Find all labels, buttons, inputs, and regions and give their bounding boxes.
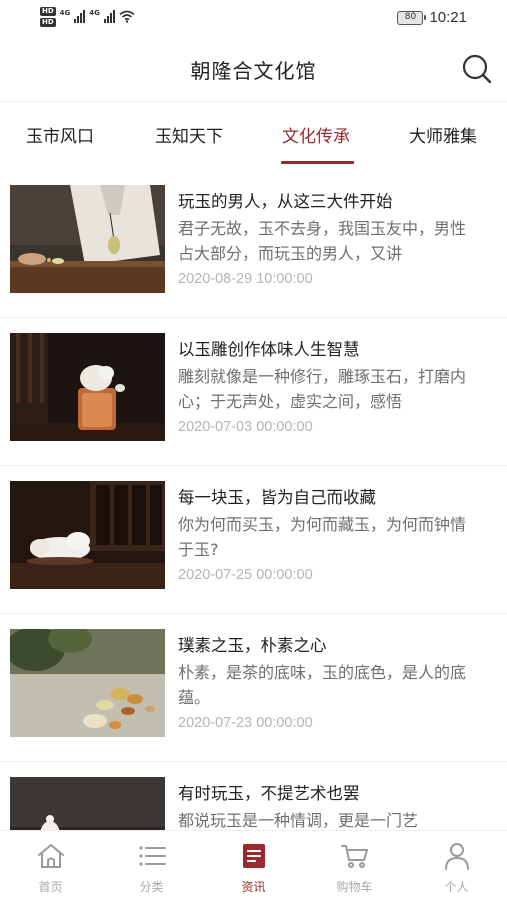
search-button[interactable] xyxy=(461,53,493,85)
app-header: 朝隆合文化馆 xyxy=(0,38,507,100)
article-date: 2020-07-03 00:00:00 xyxy=(178,419,313,435)
tab-master-gathering[interactable]: 大师雅集 xyxy=(409,122,477,147)
article-list: 玩玉的男人，从这三大件开始 君子无故，玉不去身，我国玉友中，男性占大部分，而玩玉… xyxy=(0,170,507,830)
network-type: 4G xyxy=(89,9,100,17)
article-title: 玩玉的男人，从这三大件开始 xyxy=(178,192,393,211)
nav-label: 资讯 xyxy=(241,880,266,894)
status-bar: HD HD 4G 4G 80 10:21 xyxy=(0,0,507,38)
article-title: 璞素之玉，朴素之心 xyxy=(178,636,327,655)
article-item[interactable]: 璞素之玉，朴素之心 朴素，是茶的底味，玉的底色，是人的底蕴。 2020-07-2… xyxy=(0,614,507,762)
bottom-navigation: 首页 分类 资讯 购物车 个人 xyxy=(0,830,507,900)
nav-label: 分类 xyxy=(139,880,164,894)
network-type: 4G xyxy=(59,9,71,17)
signal-strength-icon xyxy=(103,9,115,23)
wifi-icon xyxy=(119,10,135,23)
article-thumbnail xyxy=(10,185,165,293)
article-excerpt: 雕刻就像是一种修行，雕琢玉石，打磨内心；于无声处，虚实之间，感悟 xyxy=(178,367,467,411)
active-tab-indicator xyxy=(281,161,354,164)
nav-news[interactable]: 资讯 xyxy=(203,831,304,900)
article-excerpt: 君子无故，玉不去身，我国玉友中，男性占大部分，而玩玉的男人，又讲 xyxy=(178,219,467,263)
list-icon xyxy=(139,846,166,866)
article-excerpt: 你为何而买玉，为何而藏玉，为何而钟情于玉? xyxy=(178,515,467,559)
category-tabs: 玉市风口 玉知天下 文化传承 大师雅集 xyxy=(0,102,507,164)
article-item[interactable]: 每一块玉，皆为自己而收藏 你为何而买玉，为何而藏玉，为何而钟情于玉? 2020-… xyxy=(0,466,507,614)
article-excerpt: 都说玩玉是一种情调，更是一门艺 xyxy=(178,811,419,830)
person-icon xyxy=(445,843,469,870)
tab-culture-heritage[interactable]: 文化传承 xyxy=(282,122,350,147)
nav-cart[interactable]: 购物车 xyxy=(304,831,405,900)
signal-strength-icon xyxy=(74,9,86,23)
article-date: 2020-07-23 00:00:00 xyxy=(178,715,313,731)
status-time: 10:21 xyxy=(429,9,467,26)
nav-category[interactable]: 分类 xyxy=(101,831,202,900)
signal-indicators: HD HD 4G 4G xyxy=(40,7,135,27)
article-thumbnail xyxy=(10,481,165,589)
cart-icon xyxy=(341,845,368,868)
article-item[interactable]: 玩玉的男人，从这三大件开始 君子无故，玉不去身，我国玉友中，男性占大部分，而玩玉… xyxy=(0,170,507,318)
article-title: 以玉雕创作体味人生智慧 xyxy=(178,340,360,359)
news-icon xyxy=(243,844,265,868)
article-thumbnail xyxy=(10,777,165,830)
article-thumbnail xyxy=(10,629,165,737)
hd-badge: HD xyxy=(40,7,56,16)
article-item[interactable]: 以玉雕创作体味人生智慧 雕刻就像是一种修行，雕琢玉石，打磨内心；于无声处，虚实之… xyxy=(0,318,507,466)
article-item[interactable]: 有时玩玉，不提艺术也罢 都说玩玉是一种情调，更是一门艺 xyxy=(0,762,507,830)
tab-jade-knowledge[interactable]: 玉知天下 xyxy=(155,122,223,147)
home-icon xyxy=(38,844,64,868)
tab-jade-market[interactable]: 玉市风口 xyxy=(26,122,94,147)
article-title: 每一块玉，皆为自己而收藏 xyxy=(178,488,376,507)
hd-badge: HD xyxy=(40,18,56,27)
article-thumbnail xyxy=(10,333,165,441)
article-date: 2020-07-25 00:00:00 xyxy=(178,567,313,583)
article-title: 有时玩玉，不提艺术也罢 xyxy=(178,784,360,803)
nav-profile[interactable]: 个人 xyxy=(406,831,507,900)
page-title: 朝隆合文化馆 xyxy=(190,59,317,83)
article-date: 2020-08-29 10:00:00 xyxy=(178,271,313,287)
nav-label: 首页 xyxy=(38,880,63,894)
nav-home[interactable]: 首页 xyxy=(0,831,101,900)
article-excerpt: 朴素，是茶的底味，玉的底色，是人的底蕴。 xyxy=(178,663,467,707)
nav-label: 个人 xyxy=(444,880,469,894)
battery-icon: 80 xyxy=(397,10,427,25)
nav-label: 购物车 xyxy=(336,880,373,894)
search-icon xyxy=(462,54,492,84)
